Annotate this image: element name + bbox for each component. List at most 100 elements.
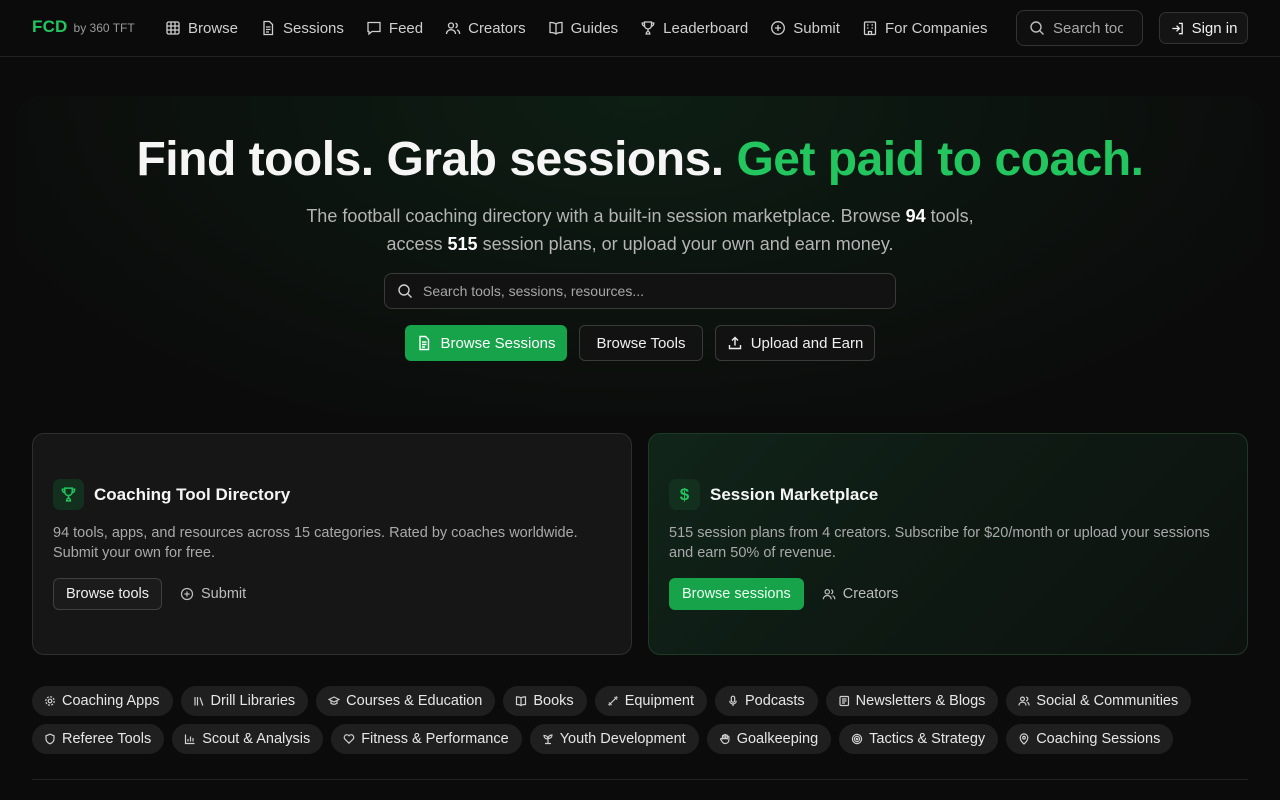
category-chip-social-communities[interactable]: Social & Communities: [1006, 686, 1192, 716]
brand-logo[interactable]: FCD: [32, 17, 68, 37]
browse-tools-label: Browse Tools: [596, 334, 686, 352]
category-chip-podcasts[interactable]: Podcasts: [715, 686, 818, 716]
category-label: Youth Development: [559, 731, 686, 747]
nav-creators[interactable]: Creators: [445, 17, 526, 39]
gear-icon: [44, 695, 56, 707]
card-header: Coaching Tool Directory: [53, 479, 290, 510]
grid-icon: [165, 20, 181, 36]
category-chip-books[interactable]: Books: [503, 686, 587, 716]
heart-icon: [343, 733, 355, 745]
nav-leaderboard[interactable]: Leaderboard: [640, 17, 748, 39]
hero-title-main: Find tools. Grab sessions.: [136, 133, 737, 186]
card-actions: Browse sessions Creators: [669, 578, 898, 610]
card-title: Coaching Tool Directory: [94, 484, 291, 504]
upload-and-earn-label: Upload and Earn: [750, 334, 864, 352]
category-chip-equipment[interactable]: Equipment: [594, 686, 708, 716]
nav-browse[interactable]: Browse: [165, 17, 238, 39]
nav-guides[interactable]: Guides: [548, 17, 619, 39]
hero-search-input[interactable]: [423, 283, 883, 299]
submit-tool-label: Submit: [201, 586, 247, 602]
browse-sessions-card-button[interactable]: Browse sessions: [669, 578, 804, 610]
tools-count: 94: [905, 206, 926, 226]
users-icon: [445, 20, 461, 36]
nav-for-companies[interactable]: For Companies: [862, 17, 988, 39]
category-label: Tactics & Strategy: [869, 731, 986, 747]
category-label: Scout & Analysis: [202, 731, 311, 747]
hero-sub-part3: session plans, or upload your own and ea…: [477, 234, 894, 254]
category-label: Courses & Education: [346, 693, 483, 709]
sign-in-button[interactable]: Sign in: [1159, 12, 1248, 44]
nav-creators-label: Creators: [468, 19, 526, 37]
category-chip-youth-development[interactable]: Youth Development: [529, 724, 699, 754]
category-chip-goalkeeping[interactable]: Goalkeeping: [706, 724, 832, 754]
category-label: Fitness & Performance: [361, 731, 509, 747]
users-icon: [1018, 695, 1031, 707]
newspaper-icon: [838, 695, 850, 707]
nav-search[interactable]: [1016, 10, 1143, 46]
hero-search[interactable]: [384, 273, 896, 309]
category-chip-scout-analysis[interactable]: Scout & Analysis: [172, 724, 324, 754]
login-icon: [1170, 21, 1185, 36]
chat-icon: [366, 20, 382, 36]
document-icon: [416, 335, 432, 351]
nav-for-companies-label: For Companies: [884, 19, 988, 37]
category-label: Newsletters & Blogs: [855, 693, 986, 709]
category-chip-newsletters-blogs[interactable]: Newsletters & Blogs: [825, 686, 999, 716]
nav-leaderboard-label: Leaderboard: [663, 19, 749, 37]
hero-title-accent: Get paid to coach.: [736, 133, 1144, 186]
trophy-icon: [53, 479, 84, 510]
upload-icon: [727, 335, 743, 351]
category-chip-coaching-apps[interactable]: Coaching Apps: [32, 686, 173, 716]
submit-tool-link[interactable]: Submit: [180, 586, 246, 602]
dollar-icon: $: [669, 479, 700, 510]
nav-feed[interactable]: Feed: [366, 17, 423, 39]
library-icon: [193, 695, 205, 707]
hero-title: Find tools. Grab sessions. Get paid to c…: [0, 132, 1280, 187]
nav-guides-label: Guides: [570, 19, 619, 37]
dumbbell-icon: [607, 695, 619, 707]
search-icon: [397, 283, 413, 299]
sign-in-label: Sign in: [1191, 19, 1238, 37]
category-chip-drill-libraries[interactable]: Drill Libraries: [180, 686, 309, 716]
hand-icon: [719, 733, 731, 745]
card-description: 515 session plans from 4 creators. Subsc…: [669, 525, 1210, 561]
brand-byline: by 360 TFT: [73, 21, 135, 35]
category-label: Equipment: [624, 693, 695, 709]
creators-link[interactable]: Creators: [822, 586, 898, 602]
browse-sessions-button[interactable]: Browse Sessions: [405, 325, 567, 361]
sessions-count: 515: [447, 234, 478, 254]
tool-directory-card: Coaching Tool Directory 94 tools, apps, …: [32, 433, 632, 655]
browse-sessions-label: Browse Sessions: [440, 334, 556, 352]
hero-sub-part1: The football coaching directory with a b…: [306, 206, 906, 226]
category-label: Coaching Apps: [62, 693, 160, 709]
hero-subtitle: The football coaching directory with a b…: [290, 202, 990, 258]
section-divider: [32, 779, 1248, 780]
document-icon: [260, 20, 276, 36]
category-chip-courses-education[interactable]: Courses & Education: [316, 686, 496, 716]
nav-submit-label: Submit: [793, 19, 840, 37]
brand[interactable]: FCD by 360 TFT: [32, 17, 135, 37]
nav-submit[interactable]: Submit: [770, 17, 840, 39]
category-chip-fitness-performance[interactable]: Fitness & Performance: [331, 724, 522, 754]
target-icon: [851, 733, 863, 745]
trophy-icon: [640, 20, 656, 36]
browse-tools-button[interactable]: Browse Tools: [579, 325, 703, 361]
card-header: $ Session Marketplace: [669, 479, 878, 510]
graduation-cap-icon: [328, 695, 341, 707]
browse-tools-card-button[interactable]: Browse tools: [53, 578, 163, 610]
category-chip-tactics-strategy[interactable]: Tactics & Strategy: [839, 724, 999, 754]
bar-chart-icon: [184, 733, 196, 745]
nav-sessions[interactable]: Sessions: [260, 17, 344, 39]
top-navbar: FCD by 360 TFT Browse Sessions Feed Crea…: [0, 0, 1280, 57]
category-label: Books: [533, 693, 574, 709]
upload-and-earn-button[interactable]: Upload and Earn: [715, 325, 875, 361]
users-icon: [822, 587, 836, 601]
category-chip-coaching-sessions[interactable]: Coaching Sessions: [1006, 724, 1174, 754]
category-chip-referee-tools[interactable]: Referee Tools: [32, 724, 165, 754]
category-chips: Coaching Apps Drill Libraries Courses & …: [32, 686, 1248, 754]
card-description: 94 tools, apps, and resources across 15 …: [53, 525, 578, 561]
nav-search-input[interactable]: [1053, 19, 1123, 37]
book-icon: [515, 695, 527, 707]
nav-links: Browse Sessions Feed Creators Guides Lea…: [165, 17, 987, 39]
card-actions: Browse tools Submit: [53, 578, 246, 610]
